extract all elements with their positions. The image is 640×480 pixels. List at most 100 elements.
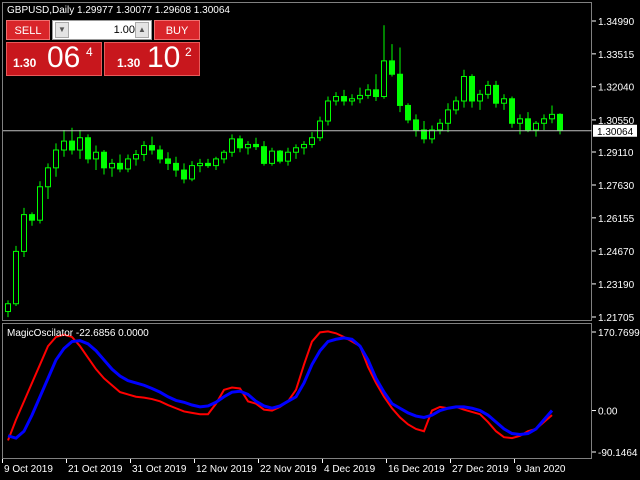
sell-price-fraction: 4 <box>86 45 93 59</box>
candle <box>293 144 299 159</box>
candle <box>13 245 19 306</box>
candle-body <box>397 73 403 106</box>
candle <box>397 47 403 113</box>
date-axis: 9 Oct 2019 21 Oct 2019 31 Oct 2019 12 Nov 2… <box>2 459 566 475</box>
candle-body <box>317 120 323 139</box>
date-tick-label: 22 Nov 2019 <box>260 464 317 475</box>
candle <box>405 103 411 124</box>
candle-body <box>333 96 339 102</box>
candle <box>301 141 307 155</box>
indicator-label: MagicOscilator -22.6856 0.0000 <box>7 328 149 339</box>
candle <box>509 96 515 128</box>
candle-body <box>45 167 51 188</box>
candle-body <box>13 250 19 305</box>
candle-body <box>61 140 67 151</box>
date-tick-label: 9 Jan 2020 <box>516 464 566 475</box>
candle-body <box>301 143 307 149</box>
price-tick-label: 1.27630 <box>598 181 635 192</box>
price-tick-label: 1.33515 <box>598 50 635 61</box>
candle <box>205 158 211 168</box>
candle-body <box>429 129 435 140</box>
candle-body <box>109 162 115 169</box>
candle <box>165 152 171 171</box>
price-tick-label: 1.32040 <box>598 83 635 94</box>
candle-body <box>221 151 227 160</box>
candle <box>277 150 283 164</box>
candle <box>181 163 187 184</box>
candle <box>117 154 123 173</box>
indicator-frame <box>2 323 592 459</box>
candle-body <box>285 151 291 162</box>
candle-body <box>325 100 331 122</box>
candle <box>125 154 131 173</box>
candle <box>85 134 91 164</box>
candle <box>109 158 115 177</box>
sell-price-button[interactable]: 1.30 06 4 <box>6 41 102 76</box>
sell-button[interactable]: SELL <box>6 20 50 40</box>
candle <box>325 96 331 126</box>
candle <box>157 145 163 164</box>
candle-body <box>253 143 259 148</box>
lot-decrease-button[interactable]: ▼ <box>55 22 69 38</box>
date-tick-label: 4 Dec 2019 <box>324 464 376 475</box>
candle-body <box>421 129 427 140</box>
candle <box>237 135 243 153</box>
price-tick-label: 1.29110 <box>598 148 634 159</box>
indicator-tick-label: -90.1464 <box>598 448 638 459</box>
price-tick-label: 1.24670 <box>598 247 635 258</box>
candle <box>221 150 227 164</box>
buy-button[interactable]: BUY <box>154 20 200 40</box>
candle-body <box>213 158 219 167</box>
price-tick-label: 1.34990 <box>598 17 635 28</box>
candle <box>357 87 363 104</box>
candle-body <box>229 138 235 153</box>
candle-body <box>173 162 179 171</box>
indicator-axis: 170.7699 0.00 -90.1464 <box>592 328 640 459</box>
candle-body <box>517 118 523 124</box>
candle <box>365 84 371 99</box>
candle-body <box>205 162 211 167</box>
candle <box>501 94 507 110</box>
lot-size-input[interactable] <box>71 22 137 38</box>
date-tick-label: 21 Oct 2019 <box>68 464 123 475</box>
candle <box>285 147 291 166</box>
candle <box>29 212 35 226</box>
candle <box>413 114 419 137</box>
candle <box>21 207 27 257</box>
candle <box>253 137 259 151</box>
candle <box>149 136 155 155</box>
lot-increase-button[interactable]: ▲ <box>135 22 149 38</box>
candle <box>349 94 355 106</box>
buy-price-button[interactable]: 1.30 10 2 <box>104 41 200 76</box>
candle <box>269 147 275 166</box>
date-tick-label: 9 Oct 2019 <box>4 464 53 475</box>
current-price-tag: 1.30064 <box>593 124 637 138</box>
candle <box>389 44 395 77</box>
candle-body <box>341 96 347 102</box>
candle-body <box>37 186 43 221</box>
candle-body <box>557 113 563 131</box>
candle-body <box>469 75 475 102</box>
candle-body <box>53 149 59 169</box>
candle-body <box>157 149 163 160</box>
candle-body <box>237 138 243 149</box>
current-price-label: 1.30064 <box>597 127 634 138</box>
candle <box>453 96 459 115</box>
candle-body <box>373 89 379 98</box>
candle <box>141 141 147 162</box>
candle <box>485 80 491 99</box>
candle-body <box>477 93 483 102</box>
candle <box>437 118 443 135</box>
candle-body <box>365 89 371 96</box>
candle <box>5 300 11 318</box>
candle-body <box>437 122 443 131</box>
candle <box>517 114 523 135</box>
candle-body <box>189 165 195 180</box>
candle-body <box>165 158 171 164</box>
candle-body <box>549 113 555 120</box>
candle <box>133 150 139 166</box>
candle <box>261 141 267 166</box>
candle-body <box>461 75 467 102</box>
price-tick-label: 1.21705 <box>598 313 635 324</box>
candle <box>429 125 435 144</box>
